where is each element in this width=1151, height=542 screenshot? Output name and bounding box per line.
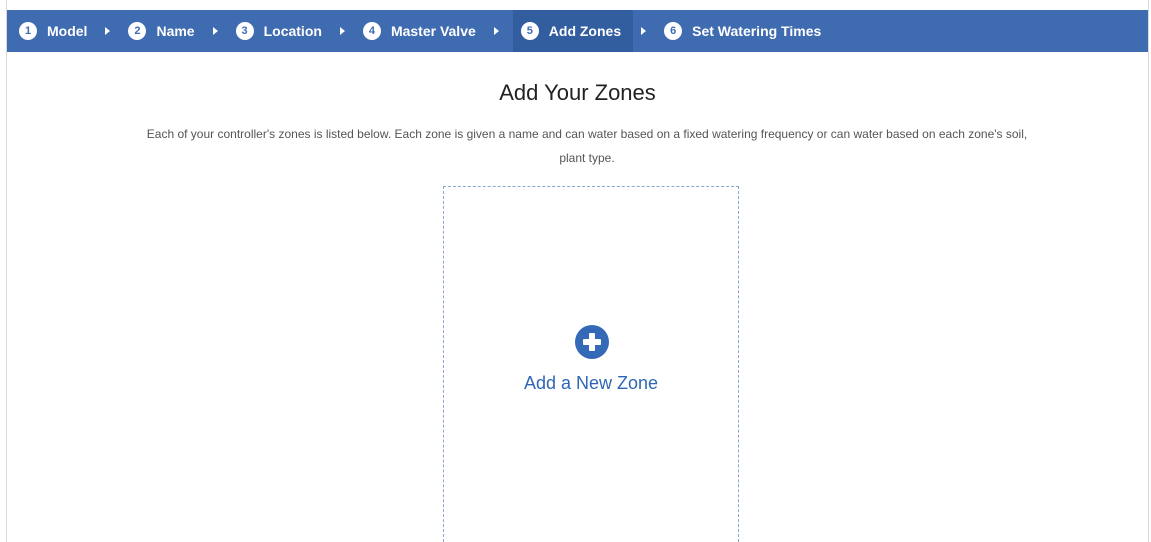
chevron-right-icon — [212, 27, 218, 35]
step-number-badge: 2 — [128, 22, 147, 40]
step-number-badge: 3 — [235, 22, 254, 40]
step-add-zones[interactable]: 5 Add Zones — [512, 10, 634, 52]
step-number-badge: 1 — [19, 22, 37, 40]
plus-circle-icon[interactable] — [575, 325, 609, 359]
step-label: Add Zones — [548, 23, 622, 39]
chevron-right-icon — [105, 27, 111, 35]
step-label: Location — [263, 23, 322, 39]
chevron-right-icon — [641, 27, 647, 35]
page-title: Add Your Zones — [499, 80, 656, 105]
step-number-badge: 5 — [520, 22, 539, 40]
wizard-step-bar: 1 Model 2 Name 3 Location 4 Master Valve… — [7, 10, 1148, 52]
chevron-right-icon — [493, 27, 499, 35]
chevron-right-icon — [339, 27, 345, 35]
step-model[interactable]: 1 Model — [15, 10, 95, 52]
add-zone-card[interactable]: Add a New Zone — [443, 186, 739, 542]
step-number-badge: 4 — [362, 22, 381, 40]
step-label: Name — [156, 23, 195, 39]
step-label: Model — [47, 23, 88, 39]
step-set-watering-times[interactable]: 6 Set Watering Times — [660, 10, 829, 52]
add-zone-link[interactable]: Add a New Zone — [444, 373, 738, 394]
step-name[interactable]: 2 Name — [124, 10, 202, 52]
step-location[interactable]: 3 Location — [232, 10, 330, 52]
step-label: Master Valve — [390, 23, 476, 39]
step-master-valve[interactable]: 4 Master Valve — [359, 10, 484, 52]
page-description: Each of your controller's zones is liste… — [146, 127, 1028, 165]
step-label: Set Watering Times — [692, 23, 822, 39]
wizard-page: 1 Model 2 Name 3 Location 4 Master Valve… — [6, 0, 1149, 542]
step-number-badge: 6 — [664, 22, 683, 40]
